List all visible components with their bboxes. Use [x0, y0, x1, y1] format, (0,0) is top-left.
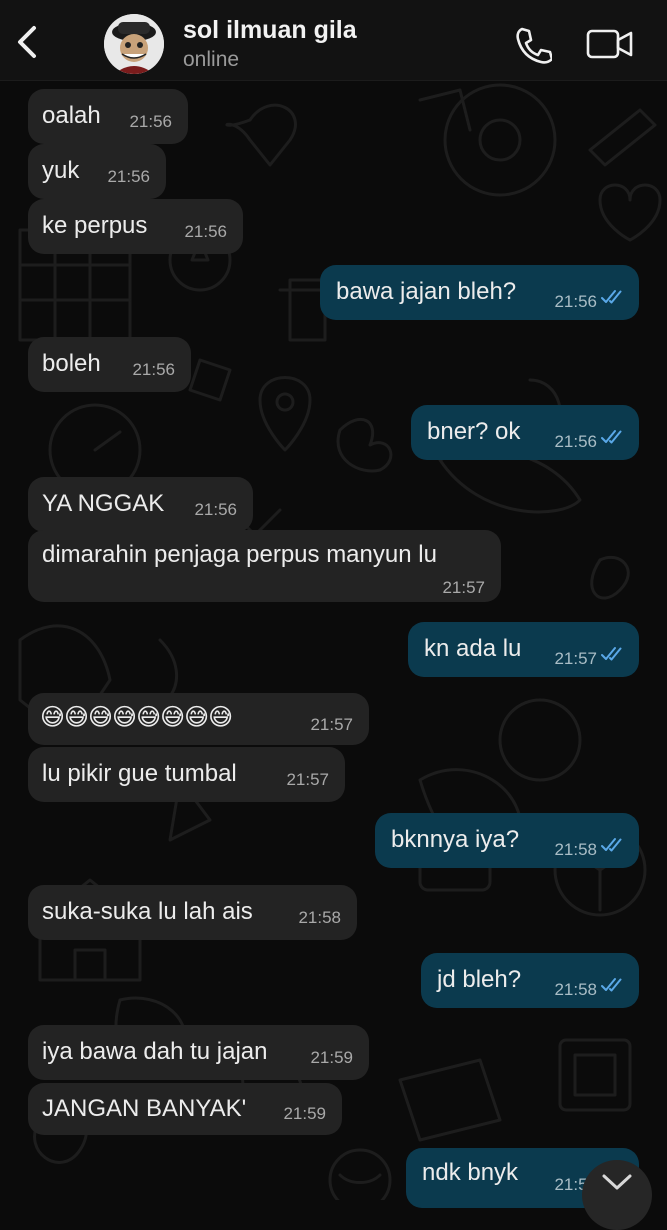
- message-time: 21:56: [554, 292, 597, 311]
- message-text: suka-suka lu lah ais: [42, 898, 253, 925]
- message-text: JANGAN BANYAK': [42, 1095, 247, 1122]
- message-text: dimarahin penjaga perpus manyun lu: [42, 541, 437, 568]
- phone-icon: [516, 27, 554, 64]
- message-text: jd bleh?: [437, 966, 522, 993]
- avatar[interactable]: [104, 14, 164, 74]
- message-text: iya bawa dah tu jajan: [42, 1038, 268, 1065]
- message-text: oalah: [42, 102, 101, 129]
- scroll-to-bottom-button[interactable]: [582, 1160, 652, 1230]
- double-check-read-icon: [601, 430, 622, 444]
- chevron-left-icon: [18, 26, 36, 58]
- message-outgoing[interactable]: bner? ok 21:56: [411, 405, 639, 460]
- double-check-read-icon: [601, 290, 622, 304]
- message-text: YA NGGAK: [42, 490, 165, 517]
- voice-call-button[interactable]: [512, 24, 554, 64]
- chat-header: sol ilmuan gila online: [0, 0, 667, 81]
- double-check-read-icon: [601, 647, 622, 661]
- video-camera-icon: [586, 29, 633, 59]
- message-text: 😅😅😅😅😅😅😅😅: [40, 704, 233, 731]
- message-text: bner? ok: [427, 418, 521, 445]
- message-incoming[interactable]: dimarahin penjaga perpus manyun lu 21:57: [28, 530, 501, 602]
- message-incoming[interactable]: 😅😅😅😅😅😅😅😅 21:57: [28, 693, 369, 745]
- message-time: 21:59: [310, 1048, 353, 1067]
- message-time: 21:56: [554, 432, 597, 451]
- message-text: yuk: [42, 157, 80, 184]
- message-text: boleh: [42, 350, 101, 377]
- contact-name[interactable]: sol ilmuan gila: [183, 16, 357, 45]
- message-time: 21:57: [554, 649, 597, 668]
- message-incoming[interactable]: JANGAN BANYAK' 21:59: [28, 1083, 342, 1135]
- message-time: 21:58: [298, 908, 341, 927]
- chevron-down-icon: [602, 1174, 632, 1190]
- message-incoming[interactable]: YA NGGAK 21:56: [28, 477, 253, 532]
- message-incoming[interactable]: suka-suka lu lah ais 21:58: [28, 885, 357, 940]
- message-outgoing[interactable]: bknnya iya? 21:58: [375, 813, 639, 868]
- message-time: 21:56: [107, 167, 150, 186]
- back-button[interactable]: [8, 20, 48, 64]
- video-call-button[interactable]: [585, 26, 635, 62]
- message-time: 21:56: [194, 500, 237, 519]
- message-incoming[interactable]: lu pikir gue tumbal 21:57: [28, 747, 345, 802]
- message-time: 21:57: [442, 578, 485, 597]
- message-outgoing[interactable]: kn ada lu 21:57: [408, 622, 639, 677]
- message-incoming[interactable]: boleh 21:56: [28, 337, 191, 392]
- message-outgoing[interactable]: bawa jajan bleh? 21:56: [320, 265, 639, 320]
- message-incoming[interactable]: yuk 21:56: [28, 144, 166, 199]
- message-text: ndk bnyk: [422, 1159, 519, 1186]
- message-outgoing[interactable]: jd bleh? 21:58: [421, 953, 639, 1008]
- message-incoming[interactable]: iya bawa dah tu jajan 21:59: [28, 1025, 369, 1080]
- message-incoming[interactable]: ke perpus 21:56: [28, 199, 243, 254]
- avatar-image: [104, 14, 164, 74]
- message-text: lu pikir gue tumbal: [42, 760, 237, 787]
- message-text: bawa jajan bleh?: [336, 278, 517, 305]
- double-check-read-icon: [601, 978, 622, 992]
- message-time: 21:59: [283, 1104, 326, 1123]
- double-check-read-icon: [601, 838, 622, 852]
- message-time: 21:58: [554, 980, 597, 999]
- message-time: 21:58: [554, 840, 597, 859]
- message-text: bknnya iya?: [391, 826, 520, 853]
- message-time: 21:56: [132, 360, 175, 379]
- message-incoming[interactable]: oalah 21:56: [28, 89, 188, 144]
- contact-status: online: [183, 48, 240, 71]
- message-time: 21:57: [286, 770, 329, 789]
- message-time: 21:56: [184, 222, 227, 241]
- message-time: 21:57: [310, 715, 353, 734]
- message-text: ke perpus: [42, 212, 148, 239]
- message-time: 21:56: [129, 112, 172, 131]
- message-text: kn ada lu: [424, 635, 522, 662]
